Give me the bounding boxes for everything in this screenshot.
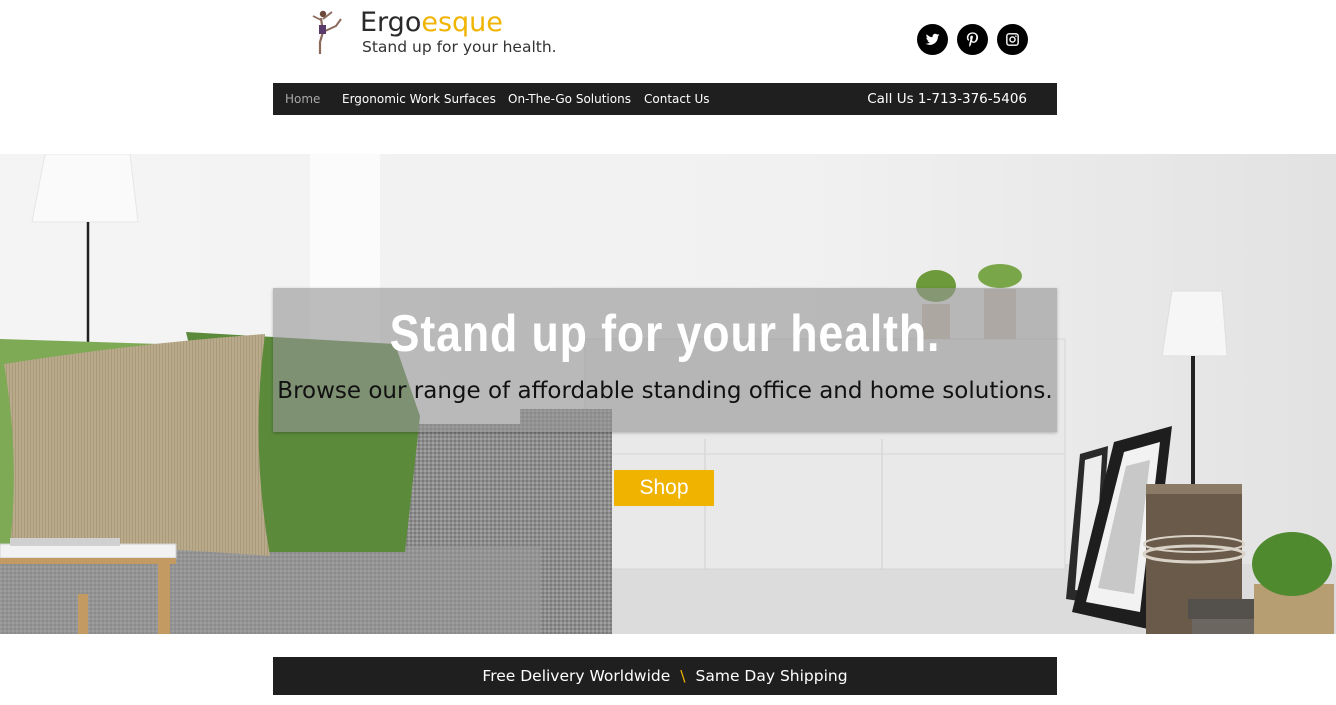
- shipping-separator: \: [680, 667, 686, 685]
- pinterest-icon: [966, 32, 979, 47]
- brand-name[interactable]: Ergoesque: [360, 6, 503, 40]
- twitter-button[interactable]: [917, 24, 948, 55]
- brand-name-part2: esque: [421, 7, 503, 38]
- social-links: [917, 24, 1028, 55]
- instagram-icon: [1006, 33, 1019, 46]
- nav-item-on-the-go-solutions[interactable]: On-The-Go Solutions: [508, 83, 631, 115]
- nav-item-home[interactable]: Home: [285, 83, 320, 115]
- nav-item-ergonomic-work-surfaces[interactable]: Ergonomic Work Surfaces: [342, 83, 496, 115]
- hero-title: Stand up for your health.: [389, 305, 941, 363]
- brand-name-part1: Ergo: [360, 7, 422, 38]
- hero-subtitle: Browse our range of affordable standing …: [277, 378, 1053, 404]
- same-day-shipping-text: Same Day Shipping: [695, 667, 848, 685]
- shop-button[interactable]: Shop: [614, 470, 714, 506]
- main-nav: Home Ergonomic Work Surfaces On-The-Go S…: [273, 83, 1057, 115]
- brand-tagline: Stand up for your health.: [362, 38, 557, 56]
- shipping-bar: Free Delivery Worldwide \ Same Day Shippin…: [273, 657, 1057, 695]
- hero-banner: Stand up for your health. Browse our ran…: [0, 154, 1336, 634]
- logo-figure-icon[interactable]: [306, 8, 342, 56]
- free-delivery-text: Free Delivery Worldwide: [482, 667, 671, 685]
- hero-overlay: Stand up for your health. Browse our ran…: [273, 288, 1057, 432]
- twitter-icon: [925, 33, 940, 45]
- instagram-button[interactable]: [997, 24, 1028, 55]
- pinterest-button[interactable]: [957, 24, 988, 55]
- phone-number: Call Us 1-713-376-5406: [867, 91, 1027, 107]
- nav-item-contact-us[interactable]: Contact Us: [644, 83, 710, 115]
